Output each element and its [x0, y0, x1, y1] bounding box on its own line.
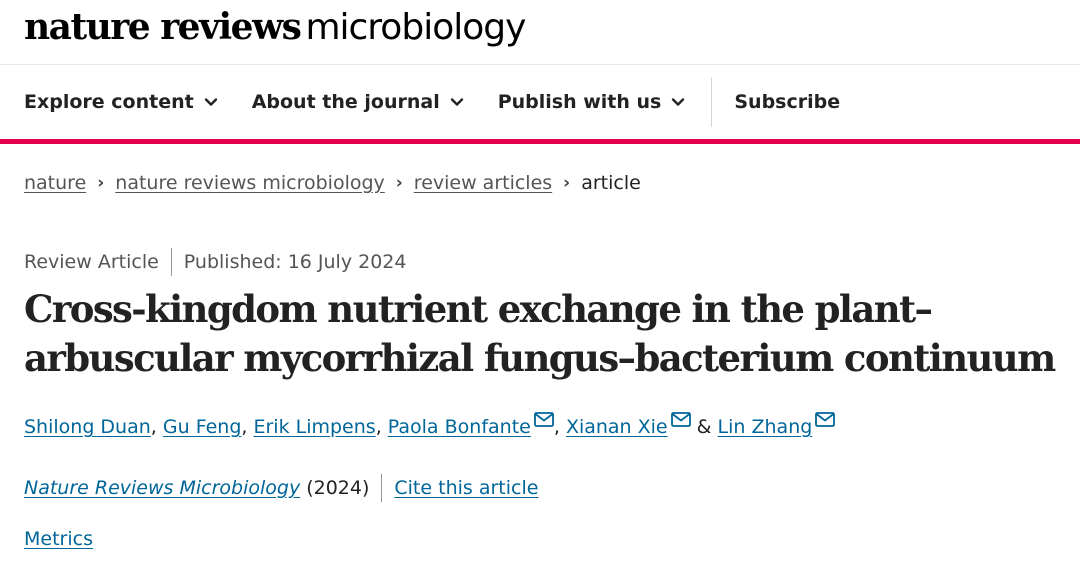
author-link[interactable]: Paola Bonfante	[388, 416, 531, 438]
breadcrumb: nature › nature reviews microbiology › r…	[24, 172, 641, 194]
chevron-right-icon: ›	[97, 173, 105, 193]
citation-line: Nature Reviews Microbiology (2024) Cite …	[24, 474, 538, 502]
nav-publish-with-us[interactable]: Publish with us	[498, 91, 686, 113]
email-icon[interactable]	[815, 412, 836, 427]
nav-about-journal[interactable]: About the journal	[252, 91, 464, 113]
article-type: Review Article	[24, 251, 159, 273]
nav-item-label: About the journal	[251, 91, 440, 113]
article-title: Cross-kingdom nutrient exchange in the p…	[24, 287, 1056, 380]
breadcrumb-journal[interactable]: nature reviews microbiology	[115, 172, 385, 194]
subscribe-link[interactable]: Subscribe	[734, 91, 840, 113]
article-meta: Review Article Published: 16 July 2024	[24, 248, 406, 276]
journal-logo[interactable]: nature reviews microbiology	[24, 6, 526, 58]
breadcrumb-nature[interactable]: nature	[24, 172, 86, 194]
metrics-section: Metrics	[24, 528, 93, 550]
publication-year: (2024)	[306, 477, 370, 499]
subscribe-label: Subscribe	[734, 91, 841, 113]
author-separator: ,	[150, 416, 163, 438]
header-divider	[0, 64, 1080, 65]
metrics-link[interactable]: Metrics	[24, 528, 93, 550]
chevron-right-icon: ›	[395, 173, 403, 193]
author-separator: ,	[553, 416, 566, 438]
cite-article-link[interactable]: Cite this article	[394, 477, 538, 499]
citation-divider	[381, 474, 383, 502]
author-separator: &	[690, 416, 718, 438]
chevron-right-icon: ›	[563, 173, 571, 193]
author-separator: ,	[241, 416, 254, 438]
nav-explore-content[interactable]: Explore content	[24, 91, 218, 113]
author-link[interactable]: Xianan Xie	[566, 416, 668, 438]
published-date: Published: 16 July 2024	[183, 251, 407, 273]
chevron-down-icon	[204, 98, 217, 106]
chevron-down-icon	[450, 98, 463, 106]
breadcrumb-review-articles[interactable]: review articles	[414, 172, 552, 194]
author-list: Shilong Duan, Gu Feng, Erik Limpens, Pao…	[24, 412, 836, 438]
author-link[interactable]: Erik Limpens	[253, 416, 375, 438]
author-link[interactable]: Lin Zhang	[718, 416, 813, 438]
author-link[interactable]: Gu Feng	[163, 416, 242, 438]
nav-divider	[711, 77, 713, 127]
email-icon[interactable]	[670, 412, 691, 427]
author-link[interactable]: Shilong Duan	[24, 416, 151, 438]
accent-bar	[0, 139, 1080, 144]
meta-divider	[170, 248, 172, 276]
main-nav: Explore content About the journal Publis…	[24, 76, 874, 128]
journal-link[interactable]: Nature Reviews Microbiology	[24, 477, 300, 499]
chevron-down-icon	[672, 98, 685, 106]
email-icon[interactable]	[533, 412, 554, 427]
breadcrumb-current: article	[581, 172, 641, 194]
logo-light-text: microbiology	[305, 7, 526, 48]
nav-item-label: Publish with us	[497, 91, 662, 113]
nav-item-label: Explore content	[24, 91, 194, 113]
logo-bold-text: nature reviews	[24, 6, 302, 48]
author-separator: ,	[375, 416, 388, 438]
